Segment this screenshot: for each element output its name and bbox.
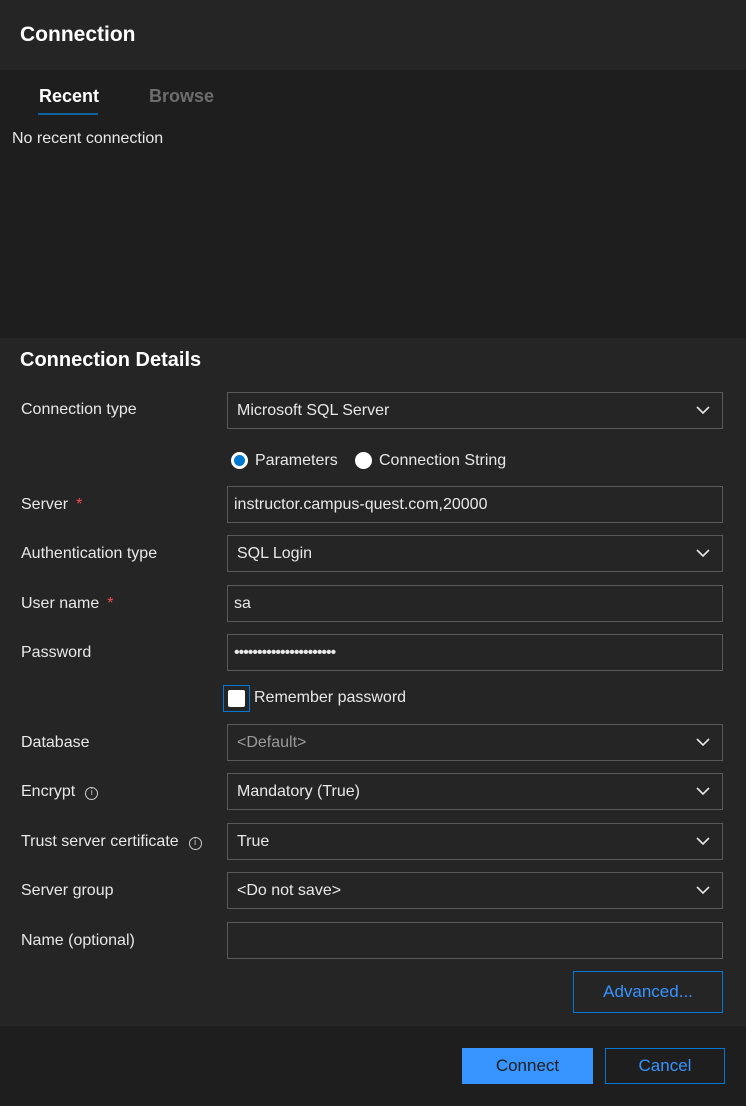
- user-name-value: sa: [234, 595, 251, 612]
- recent-panel: Recent Browse No recent connection: [0, 70, 746, 338]
- server-group-value: <Do not save>: [237, 882, 342, 899]
- chevron-down-icon: [696, 886, 710, 895]
- cancel-button[interactable]: Cancel: [605, 1048, 725, 1084]
- chevron-down-icon: [696, 549, 710, 558]
- chevron-down-icon: [696, 406, 710, 415]
- trust-cert-value: True: [237, 833, 270, 850]
- connection-type-label: Connection type: [21, 401, 137, 418]
- password-input[interactable]: ••••••••••••••••••••••: [227, 634, 723, 671]
- server-group-label: Server group: [21, 882, 114, 899]
- trust-cert-select[interactable]: True: [227, 823, 723, 860]
- encrypt-value: Mandatory (True): [237, 783, 360, 800]
- server-label-text: Server: [21, 496, 69, 513]
- server-value: instructor.campus-quest.com,20000: [234, 496, 488, 513]
- auth-type-select[interactable]: SQL Login: [227, 535, 723, 572]
- encrypt-label-text: Encrypt: [21, 783, 76, 800]
- name-input[interactable]: [227, 922, 723, 959]
- parameters-radio-label[interactable]: Parameters: [255, 452, 338, 470]
- connection-string-radio-label[interactable]: Connection String: [379, 452, 506, 470]
- chevron-down-icon: [696, 738, 710, 747]
- server-group-select[interactable]: <Do not save>: [227, 872, 723, 909]
- connection-details-title: Connection Details: [20, 349, 202, 371]
- connection-details-panel: Connection Details Connection type Micro…: [0, 338, 746, 1026]
- connection-string-radio[interactable]: [355, 452, 372, 469]
- info-icon[interactable]: i: [85, 787, 99, 800]
- tab-browse[interactable]: Browse: [149, 86, 214, 107]
- connection-type-select[interactable]: Microsoft SQL Server: [227, 392, 723, 429]
- trust-cert-label-text: Trust server certificate: [21, 833, 179, 850]
- parameters-radio[interactable]: [231, 452, 248, 469]
- server-input[interactable]: instructor.campus-quest.com,20000: [227, 486, 723, 523]
- database-select[interactable]: <Default>: [227, 724, 723, 761]
- info-icon[interactable]: i: [188, 837, 202, 850]
- encrypt-select[interactable]: Mandatory (True): [227, 773, 723, 810]
- remember-password-checkbox[interactable]: [223, 685, 250, 712]
- password-value: ••••••••••••••••••••••: [234, 644, 336, 661]
- user-name-label-text: User name: [21, 595, 100, 612]
- chevron-down-icon: [696, 837, 710, 846]
- remember-password-label[interactable]: Remember password: [254, 689, 406, 707]
- dialog-title: Connection: [20, 23, 136, 46]
- database-label: Database: [21, 734, 90, 751]
- required-mark: *: [76, 496, 83, 513]
- dialog-footer: Connect Cancel: [0, 1026, 746, 1106]
- dialog-header: Connection: [0, 0, 746, 70]
- connection-type-value: Microsoft SQL Server: [237, 402, 390, 419]
- user-name-input[interactable]: sa: [227, 585, 723, 622]
- auth-type-label: Authentication type: [21, 545, 158, 562]
- trust-cert-label: Trust server certificate i: [21, 833, 202, 851]
- tab-recent[interactable]: Recent: [39, 86, 99, 107]
- advanced-button[interactable]: Advanced...: [573, 971, 723, 1013]
- active-tab-indicator: [38, 113, 98, 115]
- connect-button[interactable]: Connect: [462, 1048, 593, 1084]
- password-label: Password: [21, 644, 92, 661]
- user-name-label: User name *: [21, 595, 113, 613]
- required-mark: *: [107, 595, 114, 612]
- name-label: Name (optional): [21, 932, 135, 949]
- chevron-down-icon: [696, 787, 710, 796]
- server-label: Server *: [21, 496, 82, 514]
- auth-type-value: SQL Login: [237, 545, 313, 562]
- database-placeholder: <Default>: [237, 734, 307, 751]
- no-recent-message: No recent connection: [12, 130, 164, 147]
- checkbox-box: [228, 690, 245, 707]
- encrypt-label: Encrypt i: [21, 783, 99, 801]
